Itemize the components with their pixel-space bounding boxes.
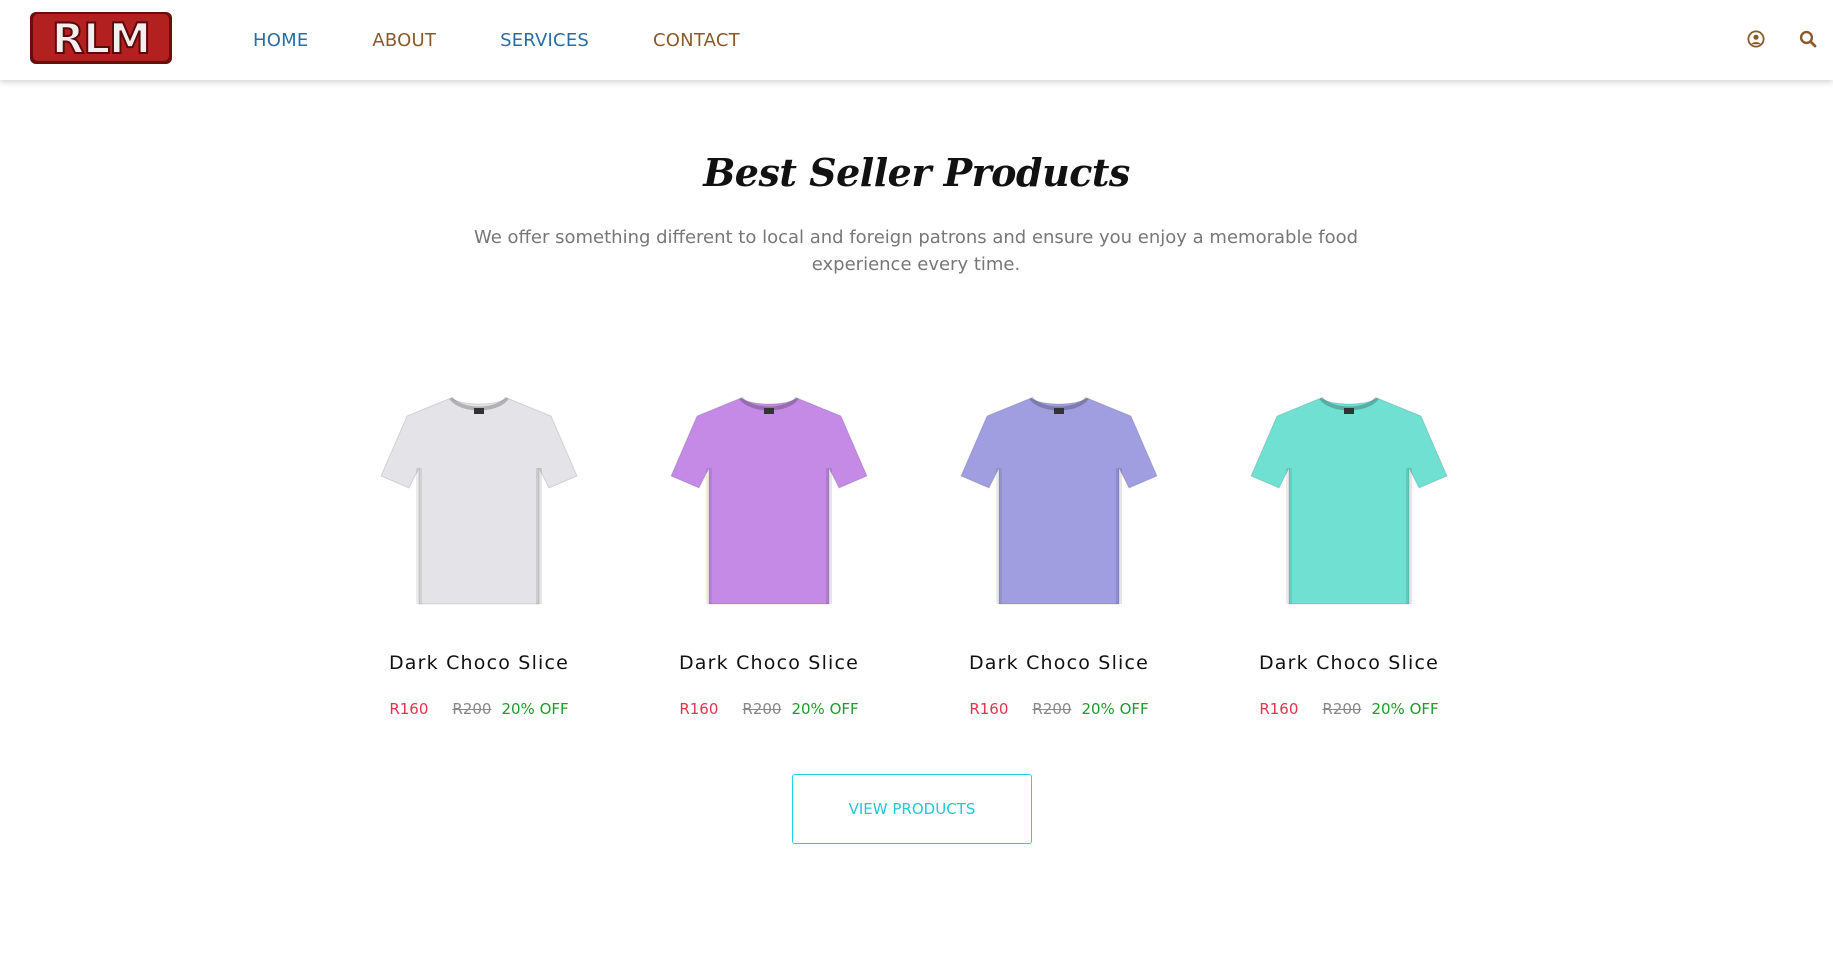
price-old: R200 <box>742 700 782 718</box>
product-name: Dark Choco Slice <box>1258 652 1440 674</box>
svg-text:RLM: RLM <box>52 14 150 63</box>
discount-label: 20% OFF <box>1081 700 1149 718</box>
nav-contact-link[interactable]: CONTACT <box>653 30 740 51</box>
main-nav: HOME ABOUT SERVICES CONTACT <box>253 0 804 80</box>
section-title: Best Seller Products <box>703 150 1130 195</box>
nav-services-link[interactable]: SERVICES <box>500 30 589 51</box>
tshirt-image[interactable] <box>1249 392 1449 612</box>
nav-icons <box>1715 28 1819 50</box>
top-navbar: RLM HOME ABOUT SERVICES CONTACT <box>0 0 1833 80</box>
product-name: Dark Choco Slice <box>968 652 1150 674</box>
product-name: Dark Choco Slice <box>388 652 570 674</box>
tshirt-image[interactable] <box>959 392 1159 612</box>
product-card[interactable]: Dark Choco Slice R160 R200 20% OFF <box>1204 392 1494 718</box>
price-current: R160 <box>389 700 429 718</box>
product-name: Dark Choco Slice <box>678 652 860 674</box>
discount-label: 20% OFF <box>791 700 859 718</box>
price-old: R200 <box>452 700 492 718</box>
rlm-logo[interactable]: RLM <box>28 10 174 66</box>
section-subtitle: We offer something different to local an… <box>473 227 1359 275</box>
price-current: R160 <box>1259 700 1299 718</box>
nav-about-link[interactable]: ABOUT <box>372 30 436 51</box>
discount-label: 20% OFF <box>501 700 569 718</box>
user-circle-icon[interactable] <box>1745 28 1767 50</box>
price-old: R200 <box>1322 700 1362 718</box>
product-card[interactable]: Dark Choco Slice R160 R200 20% OFF <box>914 392 1204 718</box>
product-card[interactable]: Dark Choco Slice R160 R200 20% OFF <box>334 392 624 718</box>
nav-home-link[interactable]: HOME <box>253 30 308 51</box>
product-card[interactable]: Dark Choco Slice R160 R200 20% OFF <box>624 392 914 718</box>
price-old: R200 <box>1032 700 1072 718</box>
discount-label: 20% OFF <box>1371 700 1439 718</box>
tshirt-image[interactable] <box>379 392 579 612</box>
price-current: R160 <box>679 700 719 718</box>
price-row: R160 R200 20% OFF <box>914 700 1204 718</box>
search-icon[interactable] <box>1797 28 1819 50</box>
price-row: R160 R200 20% OFF <box>624 700 914 718</box>
view-products-button[interactable]: VIEW PRODUCTS <box>792 774 1032 844</box>
price-row: R160 R200 20% OFF <box>1204 700 1494 718</box>
price-row: R160 R200 20% OFF <box>334 700 624 718</box>
price-current: R160 <box>969 700 1009 718</box>
tshirt-image[interactable] <box>669 392 869 612</box>
